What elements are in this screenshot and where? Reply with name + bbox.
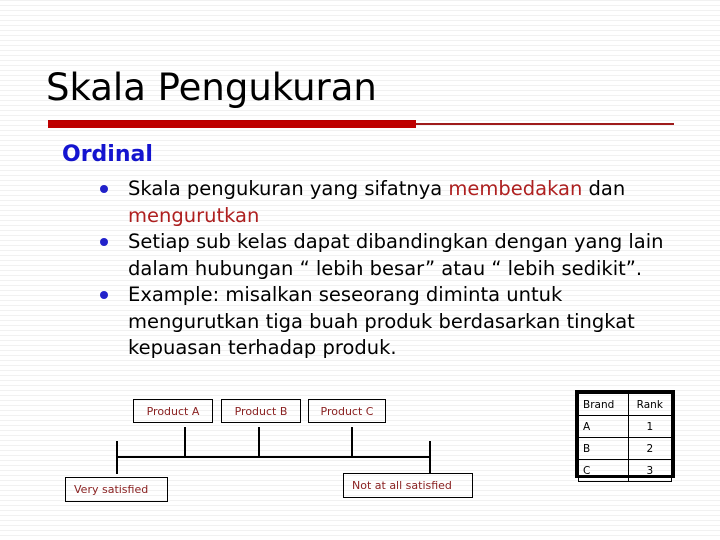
cell-brand: A	[578, 415, 629, 438]
connector-line-c	[351, 427, 353, 457]
table-row: A 1	[578, 415, 673, 438]
connector-line-a	[184, 427, 186, 457]
table-header-row: Brand Rank	[578, 393, 673, 416]
cell-brand: B	[578, 437, 629, 460]
anchor-label-very-satisfied: Very satisfied	[65, 477, 168, 502]
table-row: C 3	[578, 459, 673, 482]
cell-rank: 2	[627, 437, 673, 460]
connector-line-b	[258, 427, 260, 457]
product-box-c: Product C	[308, 399, 386, 423]
cell-rank: 1	[627, 415, 673, 438]
connector-line-left-anchor	[116, 441, 118, 474]
scale-axis-line	[116, 456, 430, 458]
connector-line-right-anchor	[429, 441, 431, 474]
product-box-a: Product A	[133, 399, 213, 423]
cell-rank: 3	[627, 459, 673, 482]
slide-canvas: Skala Pengukuran Ordinal Skala pengukura…	[0, 0, 720, 540]
column-header-rank: Rank	[627, 393, 673, 416]
table-row: B 2	[578, 437, 673, 460]
cell-brand: C	[578, 459, 629, 482]
anchor-label-not-at-all-satisfied: Not at all satisfied	[343, 473, 473, 498]
product-box-b: Product B	[221, 399, 301, 423]
rank-table: Brand Rank A 1 B 2 C 3	[575, 390, 675, 482]
column-header-brand: Brand	[578, 393, 629, 416]
